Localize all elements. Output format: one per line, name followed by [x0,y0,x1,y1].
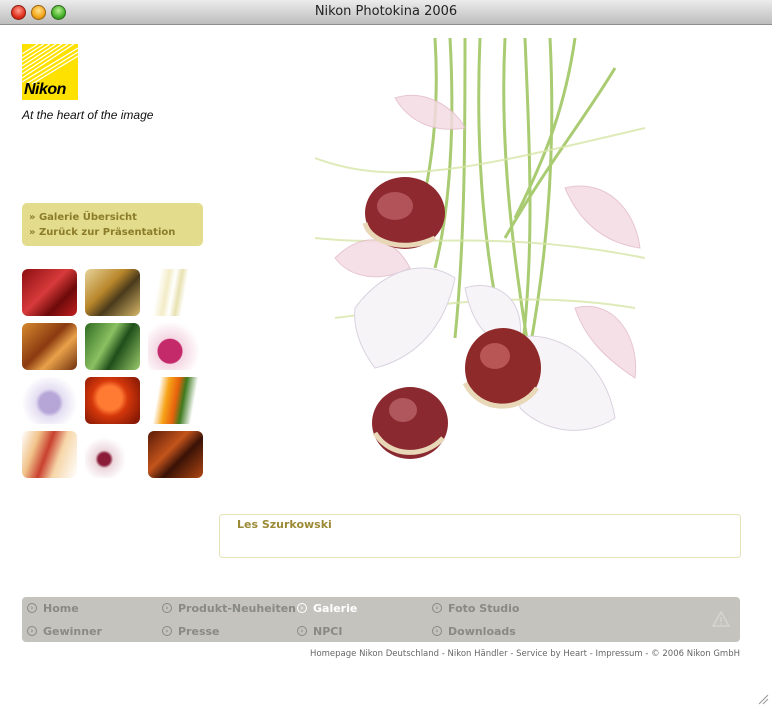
thumbnail-1[interactable] [22,269,77,316]
browser-window: Nikon Photokina 2006 Nikon At the heart … [0,0,772,708]
photographer-name: Les Szurkowski [237,518,332,531]
photo-caption-box: Les Szurkowski [219,514,741,558]
arrow-circle-icon: › [432,626,442,636]
footer-links[interactable]: Homepage Nikon Deutschland - Nikon Händl… [310,649,740,659]
thumbnail-6[interactable] [148,323,203,370]
thumbnail-12[interactable] [148,431,203,478]
main-navigation: › Home › Produkt-Neuheiten › Galerie › F… [22,597,740,642]
warning-icon [712,611,730,627]
thumbnail-2[interactable] [85,269,140,316]
resize-grip-icon[interactable] [757,693,769,705]
arrow-circle-icon: › [162,626,172,636]
brand-tagline: At the heart of the image [22,108,154,122]
arrow-circle-icon: › [162,603,172,613]
arrow-circle-icon: › [297,603,307,613]
thumbnail-5[interactable] [85,323,140,370]
window-title: Nikon Photokina 2006 [314,4,458,19]
title-bar[interactable]: Nikon Photokina 2006 [0,0,772,25]
arrow-circle-icon: › [27,603,37,613]
thumbnail-8[interactable] [85,377,140,424]
thumbnail-11[interactable] [85,431,140,478]
thumbnail-3[interactable] [148,269,203,316]
back-to-presentation-link[interactable]: » Zurück zur Präsentation [29,227,175,238]
arrow-circle-icon: › [432,603,442,613]
thumbnail-7[interactable] [22,377,77,424]
arrow-circle-icon: › [27,626,37,636]
nikon-logo[interactable]: Nikon [22,44,78,100]
arrow-circle-icon: › [297,626,307,636]
main-photo [315,38,645,476]
gallery-side-menu: » Galerie Übersicht » Zurück zur Präsent… [22,203,203,246]
thumbnail-4[interactable] [22,323,77,370]
gallery-overview-link[interactable]: » Galerie Übersicht [29,212,137,223]
thumbnail-9[interactable] [148,377,203,424]
logo-wordmark: Nikon [24,81,66,98]
thumbnail-10[interactable] [22,431,77,478]
